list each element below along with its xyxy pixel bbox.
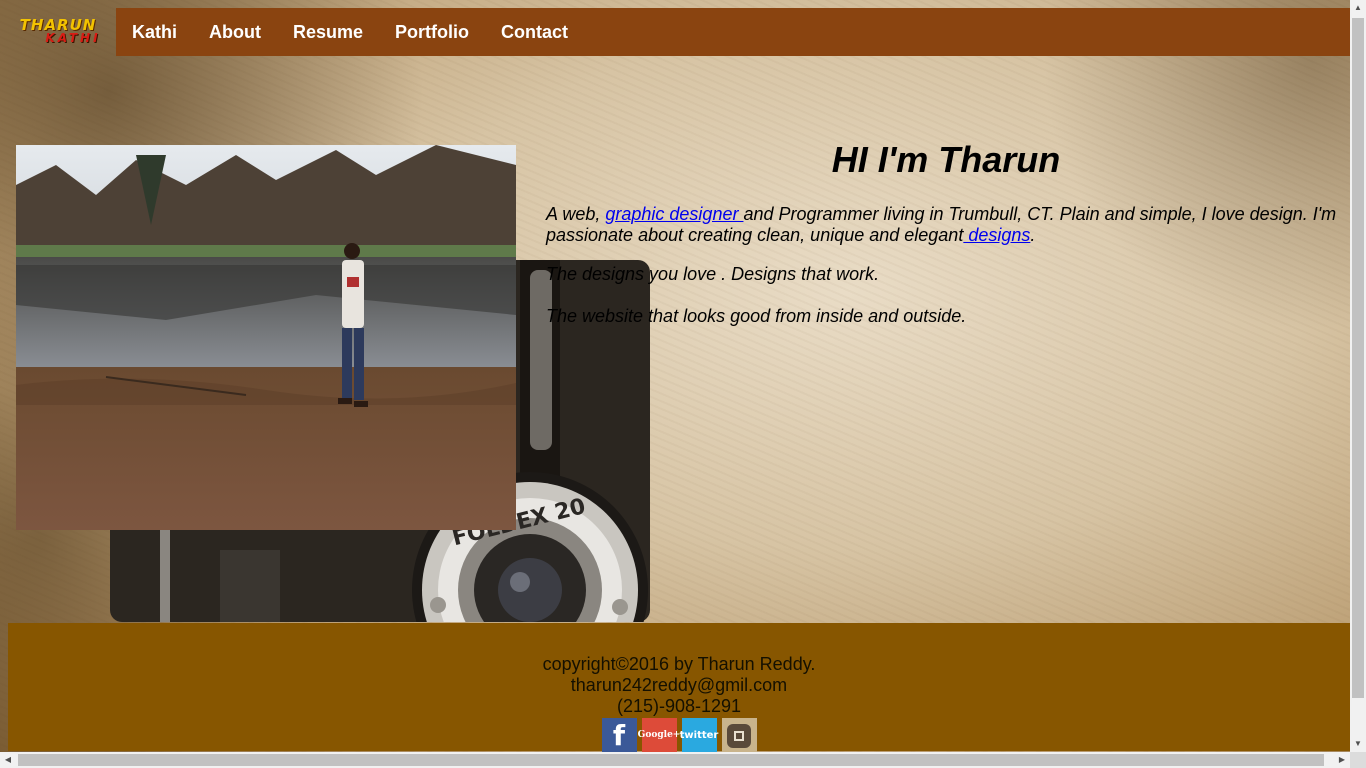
designs-link[interactable]: designs (963, 225, 1030, 245)
logo-line-2: KATHI (45, 31, 101, 45)
footer-phone: (215)-908-1291 (616, 696, 742, 716)
main-navbar: Kathi About Resume Portfolio Contact (116, 8, 1350, 56)
site-footer: copyright©2016 by Tharun Reddy. tharun24… (8, 623, 1350, 753)
nav-item-about[interactable]: About (193, 8, 277, 56)
graphic-designer-link[interactable]: graphic designer (605, 204, 743, 224)
nav-item-portfolio[interactable]: Portfolio (379, 8, 485, 56)
instagram-camera-glyph (727, 723, 751, 748)
scrollbar-corner (1350, 752, 1366, 768)
intro-text-3: . (1030, 225, 1036, 245)
horizontal-scroll-thumb[interactable] (18, 754, 1324, 766)
footer-email: tharun242reddy@gmil.com (570, 675, 788, 695)
profile-photo (16, 145, 516, 530)
twitter-icon[interactable]: twitter (680, 718, 718, 753)
intro-heading: HI I'm Tharun (831, 139, 1061, 180)
copyright-text: copyright©2016 by Tharun Reddy. (542, 654, 816, 674)
google-plus-icon[interactable]: Google+ (638, 718, 680, 753)
intro-text-1: A web, (546, 204, 606, 224)
vertical-scroll-thumb[interactable] (1352, 18, 1364, 698)
tagline-1: The designs you love . Designs that work… (546, 264, 880, 284)
facebook-icon[interactable]: f (601, 718, 637, 753)
nav-item-resume[interactable]: Resume (277, 8, 379, 56)
nav-item-kathi[interactable]: Kathi (116, 8, 193, 56)
intro-section: HI I'm Tharun A web, graphic designer an… (546, 140, 1346, 327)
tagline-2: The website that looks good from inside … (546, 306, 967, 326)
scroll-down-arrow-icon[interactable]: ▼ (1350, 736, 1366, 752)
site-logo[interactable]: THARUN KATHI (0, 8, 116, 56)
vertical-scrollbar[interactable]: ▲ ▼ (1350, 0, 1366, 752)
social-links: f Google+ twitter (8, 718, 1350, 753)
scroll-left-arrow-icon[interactable]: ◀ (0, 752, 16, 768)
intro-paragraph: A web, graphic designer and Programmer l… (546, 204, 1346, 246)
nav-item-contact[interactable]: Contact (485, 8, 584, 56)
instagram-icon[interactable] (721, 718, 757, 753)
scroll-right-arrow-icon[interactable]: ▶ (1334, 752, 1350, 768)
horizontal-scrollbar[interactable]: ◀ ▶ (0, 752, 1350, 768)
scroll-up-arrow-icon[interactable]: ▲ (1350, 0, 1366, 16)
